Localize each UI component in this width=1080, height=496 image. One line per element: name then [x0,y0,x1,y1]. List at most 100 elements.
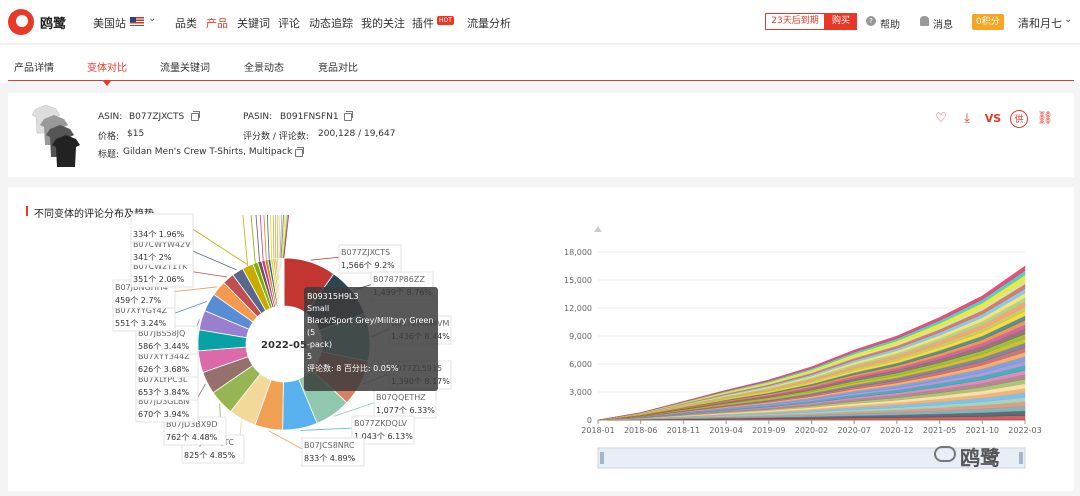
slice-value-label: 626个 3.68% [138,365,190,374]
rating-label: 评分数 / 评论数: [243,132,309,142]
site-selector[interactable]: 美国站 [93,15,126,31]
slice-asin-label: B077ZKDQLV [354,419,408,428]
us-flag-icon [130,17,144,26]
active-tab-caret [103,81,111,86]
copy-icon[interactable] [344,111,353,121]
slice-value-label: 334个 1.96% [133,230,185,239]
y-tick-label: 12,000 [564,304,592,313]
price-label: 价格: [98,132,120,142]
user-name[interactable]: 清和月七 [1018,15,1062,31]
points-badge[interactable]: 0积分 [972,14,1004,30]
x-tick-label: 2019-04 [709,426,742,435]
copy-icon[interactable] [191,111,200,121]
expire-badge: 23天后到期 [765,13,825,30]
tab-traffic-keywords[interactable]: 流量关键词 [160,59,210,74]
product-info-card: ASIN: B077ZJXCTS PASIN: B091FNSFN1 价格: $… [8,93,1074,177]
y-axis-arrow [594,226,602,232]
nav-traffic[interactable]: 流量分析 [467,15,511,31]
zoom-handle-left [600,452,604,464]
slice-value-label: 341个 2% [133,253,172,262]
label-connector [310,256,342,261]
tooltip-line: B09315H9L3 [307,292,359,301]
tab-competitor-compare[interactable]: 竞品对比 [318,59,358,74]
slice-asin-label: B07JCS8NRC [304,441,355,450]
x-tick-label: 2019-09 [752,426,785,435]
x-tick-label: 2018-01 [581,426,614,435]
nav-plugin[interactable]: 插件 [412,15,434,31]
label-connector [169,286,218,293]
leader-line [276,214,279,259]
tab-variant-compare[interactable]: 变体对比 [87,59,127,74]
top-navigation-bar: 鸥鹭 美国站 ⌄ 品类 产品 关键词 评论 动态追踪 我的关注 插件 HOT 流… [0,0,1080,44]
buy-button[interactable]: 购买 [825,13,857,30]
tooltip-line: Small [307,304,330,313]
message-link[interactable]: 消息 [933,16,953,31]
help-icon[interactable]: ? [866,16,876,26]
slice-value-label: 551个 3.24% [115,319,167,328]
y-tick-label: 9,000 [569,332,592,341]
help-link[interactable]: 帮助 [880,16,900,31]
tooltip-line: -pack) [307,340,333,349]
leader-line [272,214,275,259]
chart-canvas: 2022-05 B077ZJXCTS 1,566个 9.2% B0787P86ZZ 1,… [112,213,1042,469]
slice-value-label: 351个 2.06% [133,275,185,284]
slice-value-label: 670个 3.94% [138,410,190,419]
product-tabs: 产品详情 变体对比 流量关键词 全景动态 竞品对比 [0,45,1080,86]
nav-watchlist[interactable]: 我的关注 [361,15,405,31]
slice-value-label: 825个 4.85% [184,451,236,460]
rating-value: 200,128 / 19,647 [318,129,396,139]
download-icon[interactable]: ⤓ [958,110,976,128]
y-tick-label: 3,000 [569,388,592,397]
x-tick-label: 2020-02 [795,426,828,435]
leader-line [255,214,260,262]
slice-asin-label: B07QQETHZ [376,393,426,402]
leader-line [259,214,264,261]
bell-icon[interactable] [920,16,929,26]
heart-icon[interactable]: ♡ [932,110,950,128]
variant-review-chart-panel: 不同变体的评论分布及趋势 2022-05 B077ZJXCTS 1,566个 9.2… [8,187,1074,491]
nav-tracking[interactable]: 动态追踪 [309,15,353,31]
label-connector [169,300,208,316]
copy-icon[interactable] [295,147,304,157]
slice-value-label: 762个 4.48% [166,433,218,442]
title-label: 标题: [98,150,120,160]
supply-icon[interactable]: 供 [1010,110,1028,128]
vs-icon[interactable]: VS [984,110,1002,128]
pasin-value: B091FNSFN1 [280,112,339,122]
chart-tooltip: B09315H9L3 Small Black/Sport Grey/Milita… [304,287,438,391]
brand-logo-icon[interactable] [8,9,34,35]
x-tick-label: 2020-07 [837,426,870,435]
slice-value-label: 586个 3.44% [138,342,190,351]
label-connector [187,270,227,278]
chevron-down-icon[interactable]: ⌄ [1064,14,1072,25]
nav-category[interactable]: 品类 [175,15,197,31]
y-tick-label: 6,000 [569,360,592,369]
link-icon[interactable]: ⛓ [1036,110,1054,128]
brand-name[interactable]: 鸥鹭 [40,13,66,32]
leader-line [263,214,267,260]
slice-asin-label: B0787P86ZZ [373,275,425,284]
hot-badge: HOT [437,16,454,25]
tab-panorama[interactable]: 全景动态 [244,59,284,74]
leader-line [270,214,273,259]
chevron-down-icon[interactable]: ⌄ [148,13,156,24]
leader-line [242,214,249,267]
nav-product[interactable]: 产品 [206,15,228,31]
tooltip-line: 5 [307,352,313,361]
slice-value-label: 1,566个 9.2% [341,261,395,270]
slice-value-label: 653个 3.84% [138,388,190,397]
y-tick-label: 0 [587,416,592,425]
nav-keyword[interactable]: 关键词 [237,15,270,31]
product-image[interactable] [30,105,88,169]
nav-review[interactable]: 评论 [278,15,300,31]
pasin-label: PASIN: [243,112,273,122]
slice-value-label: 459个 2.7% [115,296,162,305]
watermark: 鸥鹭 [960,446,1000,470]
slice-value-label: 833个 4.89% [304,454,356,463]
label-connector [300,427,355,431]
tab-underline [8,80,1074,81]
leader-line [278,214,281,259]
y-tick-label: 15,000 [564,276,592,285]
price-value: $15 [127,129,145,139]
tab-product-detail[interactable]: 产品详情 [14,59,54,74]
